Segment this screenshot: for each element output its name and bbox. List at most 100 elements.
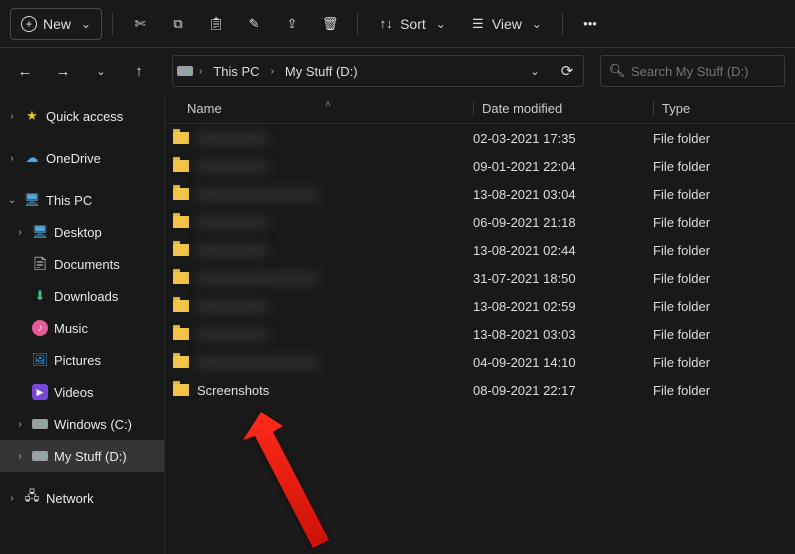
separator	[562, 13, 563, 35]
up-button[interactable]: ↑	[124, 56, 154, 86]
sidebar-item-downloads[interactable]: ⬇ Downloads	[0, 280, 164, 312]
col-header-name[interactable]: Name ˄	[165, 101, 473, 116]
sidebar-item-pictures[interactable]: 🖼︎ Pictures	[0, 344, 164, 376]
view-icon: ☰	[470, 16, 486, 32]
rename-button[interactable]: ✎	[237, 7, 271, 41]
file-name: █████	[197, 299, 267, 314]
caret-right-icon: ›	[14, 227, 26, 238]
sidebar-item-label: Windows (C:)	[54, 417, 132, 432]
col-header-type[interactable]: Type	[653, 101, 795, 116]
cell-date: 02-03-2021 17:35	[473, 131, 653, 146]
breadcrumb-seg-thispc[interactable]: This PC	[208, 60, 264, 83]
cell-name: Screenshots	[165, 383, 473, 398]
nav-bar: ← → ⌄ ↑ › This PC › My Stuff (D:) ⌄ ⟳ 🔍︎	[0, 48, 795, 94]
cell-type: File folder	[653, 327, 795, 342]
file-row[interactable]: ████02-03-2021 17:35File folder	[165, 124, 795, 152]
cell-type: File folder	[653, 159, 795, 174]
sidebar-item-label: Videos	[54, 385, 94, 400]
network-icon: 🖧	[24, 490, 40, 506]
file-row[interactable]: █████ 13-08-2021 02:59File folder	[165, 292, 795, 320]
scissors-icon: ✄	[132, 16, 148, 32]
sidebar-item-quick-access[interactable]: › ★ Quick access	[0, 100, 164, 132]
desktop-icon: 🖥︎	[32, 224, 48, 240]
file-row[interactable]: ████13-08-2021 03:03File folder	[165, 320, 795, 348]
caret-right-icon: ›	[6, 153, 18, 164]
sidebar-item-mystuff-d[interactable]: › My Stuff (D:)	[0, 440, 164, 472]
body: › ★ Quick access › ☁ OneDrive ⌄ 🖥︎ This …	[0, 94, 795, 554]
file-name: ██	[197, 355, 317, 370]
paste-button[interactable]: 📋︎	[199, 7, 233, 41]
sidebar-item-label: Pictures	[54, 353, 101, 368]
folder-icon	[173, 216, 189, 228]
file-row[interactable]: Screenshots08-09-2021 22:17File folder	[165, 376, 795, 404]
folder-icon	[173, 328, 189, 340]
command-bar: + New ✄ ⧉ 📋︎ ✎ ⇪ 🗑︎ ↑↓ Sort ☰ View •••	[0, 0, 795, 48]
spacer	[0, 132, 164, 142]
clipboard-icon: 📋︎	[208, 16, 224, 32]
folder-icon	[173, 132, 189, 144]
address-history-button[interactable]: ⌄	[523, 59, 547, 83]
arrow-left-icon: ←	[18, 63, 33, 80]
sort-label: Sort	[400, 16, 426, 32]
cell-name: █████	[165, 243, 473, 258]
file-row[interactable]: ████████13-08-2021 03:04File folder	[165, 180, 795, 208]
delete-button[interactable]: 🗑︎	[313, 7, 347, 41]
col-header-date[interactable]: Date modified	[473, 101, 653, 116]
document-icon: 📄︎	[32, 256, 48, 272]
sidebar-item-label: Quick access	[46, 109, 123, 124]
more-icon: •••	[582, 16, 598, 32]
chevron-down-icon: ⌄	[530, 65, 539, 78]
download-icon: ⬇	[32, 288, 48, 304]
cell-date: 13-08-2021 02:59	[473, 299, 653, 314]
sidebar-item-onedrive[interactable]: › ☁ OneDrive	[0, 142, 164, 174]
sidebar-item-thispc[interactable]: ⌄ 🖥︎ This PC	[0, 184, 164, 216]
new-button[interactable]: + New	[10, 8, 102, 40]
back-button[interactable]: ←	[10, 56, 40, 86]
cell-date: 08-09-2021 22:17	[473, 383, 653, 398]
copy-button[interactable]: ⧉	[161, 7, 195, 41]
forward-button[interactable]: →	[48, 56, 78, 86]
address-bar[interactable]: › This PC › My Stuff (D:) ⌄ ⟳	[172, 55, 584, 87]
drive-icon	[32, 448, 48, 464]
more-button[interactable]: •••	[573, 7, 607, 41]
share-button[interactable]: ⇪	[275, 7, 309, 41]
recent-button[interactable]: ⌄	[86, 56, 116, 86]
file-row[interactable]: █████09-01-2021 22:04File folder	[165, 152, 795, 180]
file-row[interactable]: █████13-08-2021 02:44File folder	[165, 236, 795, 264]
rename-icon: ✎	[246, 16, 262, 32]
file-name: ███	[197, 271, 317, 286]
chevron-right-icon: ›	[197, 66, 204, 77]
arrow-right-icon: →	[56, 63, 71, 80]
file-list: ████02-03-2021 17:35File folder█████09-0…	[165, 124, 795, 404]
view-button[interactable]: ☰ View	[460, 7, 552, 41]
spacer	[0, 472, 164, 482]
search-input[interactable]	[631, 64, 776, 79]
file-row[interactable]: ███31-07-2021 18:50File folder	[165, 264, 795, 292]
cell-date: 13-08-2021 03:04	[473, 187, 653, 202]
sidebar-item-documents[interactable]: 📄︎ Documents	[0, 248, 164, 280]
sidebar-item-network[interactable]: › 🖧 Network	[0, 482, 164, 514]
sidebar-item-label: My Stuff (D:)	[54, 449, 127, 464]
search-box[interactable]: 🔍︎	[600, 55, 785, 87]
file-name: ████	[197, 131, 267, 146]
sidebar-item-label: OneDrive	[46, 151, 101, 166]
plus-icon: +	[21, 16, 37, 32]
breadcrumb-seg-drive[interactable]: My Stuff (D:)	[280, 60, 363, 83]
file-row[interactable]: ████06-09-2021 21:18File folder	[165, 208, 795, 236]
refresh-button[interactable]: ⟳	[555, 59, 579, 83]
arrow-up-icon: ↑	[135, 63, 143, 80]
cell-type: File folder	[653, 299, 795, 314]
file-row[interactable]: ██04-09-2021 14:10File folder	[165, 348, 795, 376]
file-name: █████	[197, 243, 267, 258]
cut-button[interactable]: ✄	[123, 7, 157, 41]
sort-button[interactable]: ↑↓ Sort	[368, 7, 456, 41]
cell-name: ████	[165, 327, 473, 342]
search-icon: 🔍︎	[609, 63, 625, 79]
sidebar-item-videos[interactable]: ▶ Videos	[0, 376, 164, 408]
pc-icon: 🖥︎	[24, 192, 40, 208]
sidebar-item-windows-c[interactable]: › Windows (C:)	[0, 408, 164, 440]
sidebar-item-desktop[interactable]: › 🖥︎ Desktop	[0, 216, 164, 248]
sidebar-item-music[interactable]: ♪ Music	[0, 312, 164, 344]
drive-icon	[177, 63, 193, 79]
cell-type: File folder	[653, 243, 795, 258]
